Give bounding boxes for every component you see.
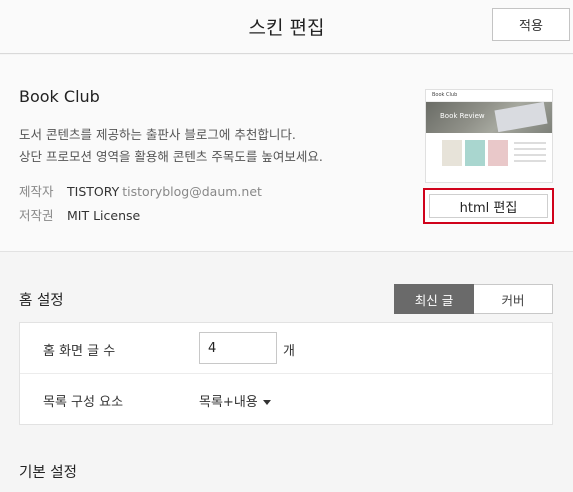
thumbnail-sidebar-line [514,142,546,144]
post-count-input[interactable] [199,332,277,364]
skin-description-line: 상단 프로모션 영역을 활용해 콘텐츠 주목도를 높여보세요. [19,149,323,164]
thumbnail-brand: Book Club [432,92,458,98]
home-settings-title: 홈 설정 [19,293,64,309]
post-count-row: 홈 화면 글 수 개 [20,323,552,374]
thumbnail-card [465,140,485,166]
thumbnail-card [488,140,508,166]
skin-info-panel: Book Club 도서 콘텐츠를 제공하는 출판사 블로그에 추천합니다. 상… [0,55,573,252]
thumbnail-sidebar-line [514,154,546,156]
thumbnail-hero: Book Review [426,101,552,133]
author-email: tistoryblog@daum.net [122,184,262,199]
skin-thumbnail: Book Club Book Review [425,89,553,183]
segment-cover[interactable]: 커버 [474,284,553,314]
edit-html-button[interactable]: html 편집 [423,188,554,224]
license-label: 저작권 [19,208,54,223]
page-title: 스킨 편집 [248,17,325,39]
home-display-toggle: 최신 글 커버 [394,284,553,314]
list-composition-dropdown[interactable]: 목록+내용 [199,391,271,410]
author-label: 제작자 [19,184,54,199]
license-value: MIT License [67,208,141,223]
edit-html-label: html 편집 [459,200,518,216]
apply-button[interactable]: 적용 [492,8,570,41]
caret-down-icon [262,400,271,405]
list-composition-row: 목록 구성 요소 목록+내용 [20,374,552,425]
author-name: TISTORY [67,184,120,199]
list-composition-value: 목록+내용 [199,395,258,410]
author-row: 제작자 TISTORY tistoryblog@daum.net [19,181,262,200]
thumbnail-sidebar-line [514,160,546,162]
thumbnail-sidebar-line [514,148,546,150]
post-count-label: 홈 화면 글 수 [43,344,116,359]
list-composition-label: 목록 구성 요소 [43,395,124,410]
skin-description-line: 도서 콘텐츠를 제공하는 출판사 블로그에 추천합니다. [19,127,296,142]
skin-description: 도서 콘텐츠를 제공하는 출판사 블로그에 추천합니다. 상단 프로모션 영역을… [19,124,323,168]
home-settings-box: 홈 화면 글 수 개 목록 구성 요소 목록+내용 [19,322,553,425]
top-bar: 스킨 편집 적용 [0,0,573,54]
segment-latest-posts[interactable]: 최신 글 [394,284,474,314]
skin-name: Book Club [19,87,100,106]
thumbnail-card [442,140,462,166]
post-count-unit: 개 [283,344,295,359]
basic-settings-title: 기본 설정 [19,465,77,481]
thumbnail-hero-text: Book Review [440,112,485,120]
thumbnail-hero-book [494,101,548,133]
license-row: 저작권 MIT License [19,205,140,224]
thumbnail-topbar: Book Club [426,90,552,102]
